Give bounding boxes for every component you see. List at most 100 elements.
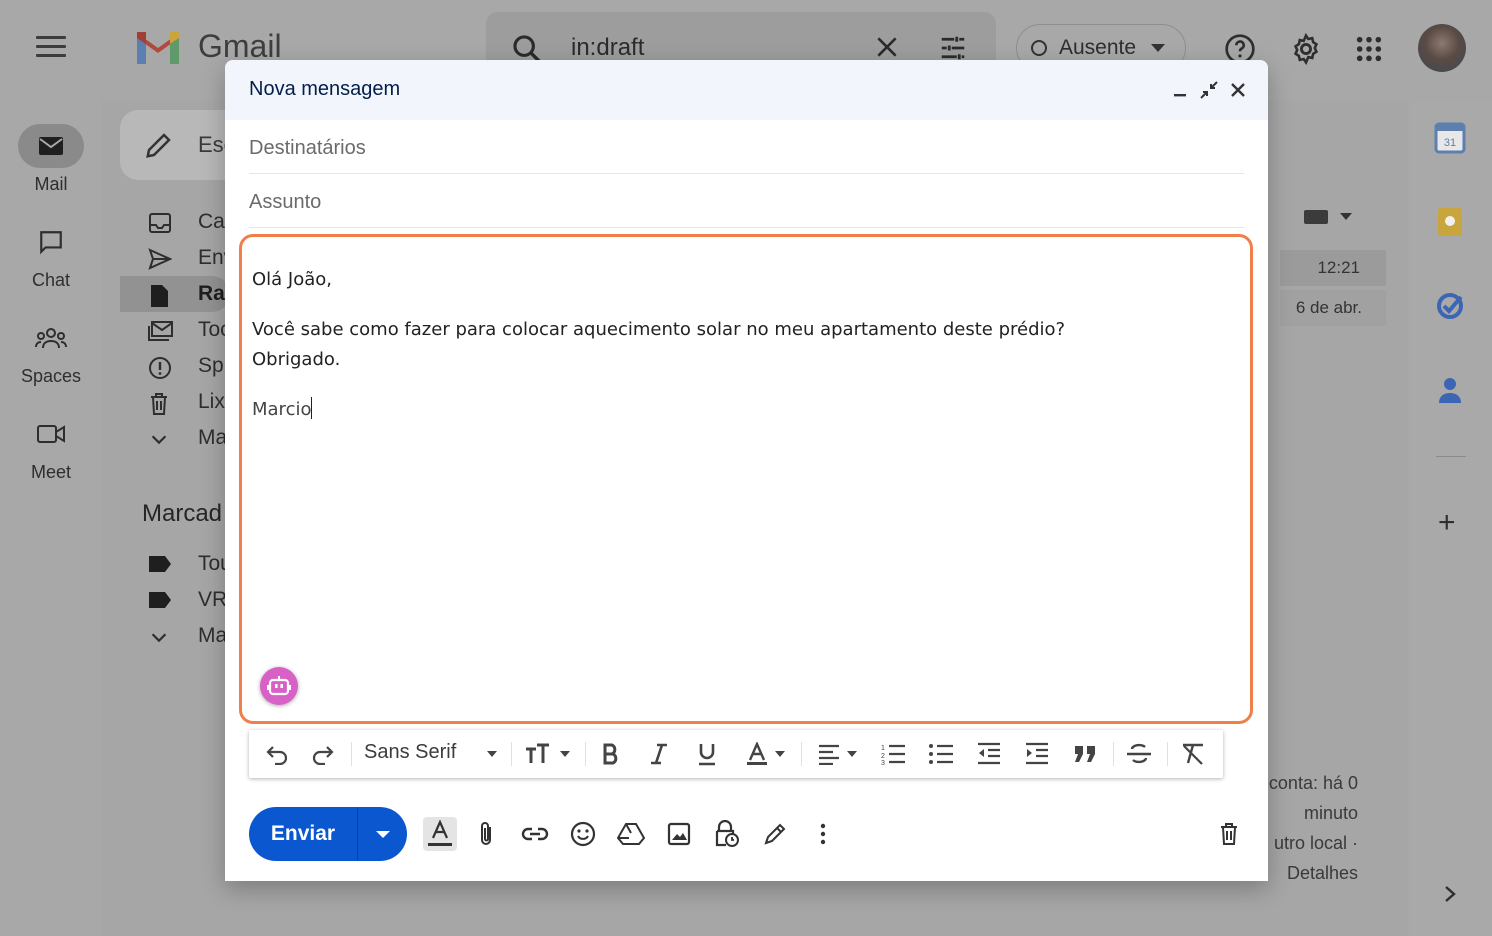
schedule-send-button[interactable]	[359, 807, 407, 861]
more-options-button[interactable]	[806, 817, 840, 851]
ai-assistant-button[interactable]	[260, 667, 298, 705]
numbered-list-button[interactable]: 123	[877, 738, 909, 770]
recipients-field[interactable]	[249, 120, 1244, 174]
sidebar-item-more[interactable]: Ma	[120, 420, 230, 456]
chevron-down-icon[interactable]	[1340, 213, 1352, 220]
label-icon	[149, 592, 171, 608]
sidebar-item-label: Lix	[198, 390, 225, 413]
rail-spaces[interactable]: Spaces	[0, 316, 102, 387]
send-button-label[interactable]: Enviar	[249, 807, 358, 861]
calendar-icon[interactable]: 31	[1434, 122, 1466, 154]
sidebar-item-trash[interactable]: Lix	[120, 384, 230, 420]
apps-grid-icon[interactable]	[1355, 35, 1383, 63]
emoji-icon	[570, 821, 596, 847]
font-dropdown[interactable]	[485, 738, 499, 770]
attach-file-button[interactable]	[470, 817, 504, 851]
list-item[interactable]: 12:21	[1280, 250, 1386, 286]
sidebar-item-spam[interactable]: Sp:	[120, 348, 230, 384]
label-item-more[interactable]: Ma	[120, 618, 230, 654]
rail-meet-label: Meet	[30, 462, 72, 482]
italic-icon	[651, 743, 667, 765]
bold-button[interactable]	[595, 738, 627, 770]
keep-icon[interactable]	[1434, 206, 1466, 238]
status-caret-icon	[1151, 44, 1165, 52]
insert-photo-button[interactable]	[662, 817, 696, 851]
text-color-button[interactable]	[739, 738, 791, 770]
message-body-text[interactable]: Olá João, Você sabe como fazer para colo…	[252, 265, 1065, 425]
list-item-time: 12:21	[1317, 258, 1360, 277]
compose-header[interactable]: Nova mensagem	[225, 60, 1268, 120]
discard-draft-button[interactable]	[1212, 817, 1246, 851]
font-selector[interactable]: Sans Serif	[364, 741, 456, 764]
exit-fullscreen-button[interactable]	[1197, 78, 1221, 102]
label-icon	[149, 556, 171, 572]
underline-button[interactable]	[691, 738, 723, 770]
status-label: Ausente	[1059, 36, 1137, 59]
insert-emoji-button[interactable]	[566, 817, 600, 851]
subject-input[interactable]	[249, 188, 1244, 216]
clear-formatting-icon	[1183, 743, 1203, 765]
undo-button[interactable]	[261, 738, 293, 770]
strikethrough-button[interactable]	[1123, 738, 1155, 770]
menu-icon[interactable]	[36, 36, 66, 63]
video-icon	[37, 425, 65, 443]
footer-line: minuto	[1303, 803, 1358, 823]
confidential-mode-button[interactable]	[710, 817, 744, 851]
insert-link-button[interactable]	[518, 817, 552, 851]
text-cursor	[311, 397, 313, 419]
tasks-icon[interactable]	[1434, 290, 1466, 322]
chevron-down-icon	[560, 751, 570, 757]
close-button[interactable]	[1226, 78, 1250, 102]
insert-drive-button[interactable]	[614, 817, 648, 851]
rail-chat[interactable]: Chat	[0, 220, 102, 291]
lock-clock-icon	[715, 820, 739, 847]
label-item-2[interactable]: VR	[120, 582, 230, 618]
chevron-right-icon[interactable]	[1442, 884, 1458, 904]
signature: Marcio	[252, 399, 312, 420]
send-button[interactable]: Enviar	[249, 807, 407, 861]
formatting-options-button[interactable]	[423, 817, 457, 851]
sidebar-item-sent[interactable]: Env	[120, 240, 234, 276]
strikethrough-icon	[1127, 743, 1151, 764]
details-link[interactable]: Detalhes	[1269, 858, 1358, 888]
formatting-toolbar: Sans Serif 123	[249, 730, 1223, 778]
contacts-icon[interactable]	[1434, 374, 1466, 406]
search-options-icon[interactable]	[938, 33, 968, 63]
text-format-icon	[428, 820, 452, 846]
add-app-icon[interactable]: +	[1438, 508, 1456, 538]
insert-signature-button[interactable]	[758, 817, 792, 851]
svg-text:1: 1	[881, 745, 885, 752]
chevron-down-icon	[847, 751, 857, 757]
indent-more-button[interactable]	[1021, 738, 1053, 770]
italic-button[interactable]	[643, 738, 675, 770]
keyboard-icon[interactable]	[1304, 210, 1328, 224]
clear-search-icon[interactable]	[874, 34, 900, 60]
label-item-text: Ma	[198, 624, 228, 647]
minimize-button[interactable]	[1168, 78, 1192, 102]
redo-button[interactable]	[307, 738, 339, 770]
sidebar-item-inbox[interactable]: Ca	[120, 204, 230, 240]
rail-spaces-label: Spaces	[20, 366, 82, 386]
message-body[interactable]: Olá João, Você sabe como fazer para colo…	[239, 234, 1253, 724]
align-left-icon	[819, 744, 839, 765]
remove-formatting-button[interactable]	[1177, 738, 1209, 770]
align-button[interactable]	[811, 738, 863, 770]
close-icon	[1231, 83, 1245, 97]
sidebar-item-all-mail[interactable]: Toc	[120, 312, 231, 348]
rail-mail[interactable]: Mail	[0, 124, 102, 195]
list-item[interactable]: 6 de abr.	[1280, 290, 1386, 326]
chevron-down-icon	[376, 830, 390, 838]
compose-window: Nova mensagem Olá João, Você sabe como f…	[225, 60, 1268, 881]
rail-meet[interactable]: Meet	[0, 412, 102, 483]
quote-button[interactable]	[1069, 738, 1101, 770]
sidebar-item-drafts[interactable]: Ra	[120, 276, 230, 312]
font-size-button[interactable]	[521, 738, 573, 770]
bulleted-list-button[interactable]	[925, 738, 957, 770]
indent-less-button[interactable]	[973, 738, 1005, 770]
recipients-input[interactable]	[249, 134, 1244, 162]
label-item-1[interactable]: Tou	[120, 546, 232, 582]
settings-icon[interactable]	[1289, 32, 1323, 66]
subject-field[interactable]	[249, 174, 1244, 228]
search-input[interactable]: in:draft	[571, 34, 644, 62]
account-avatar[interactable]	[1418, 24, 1466, 72]
